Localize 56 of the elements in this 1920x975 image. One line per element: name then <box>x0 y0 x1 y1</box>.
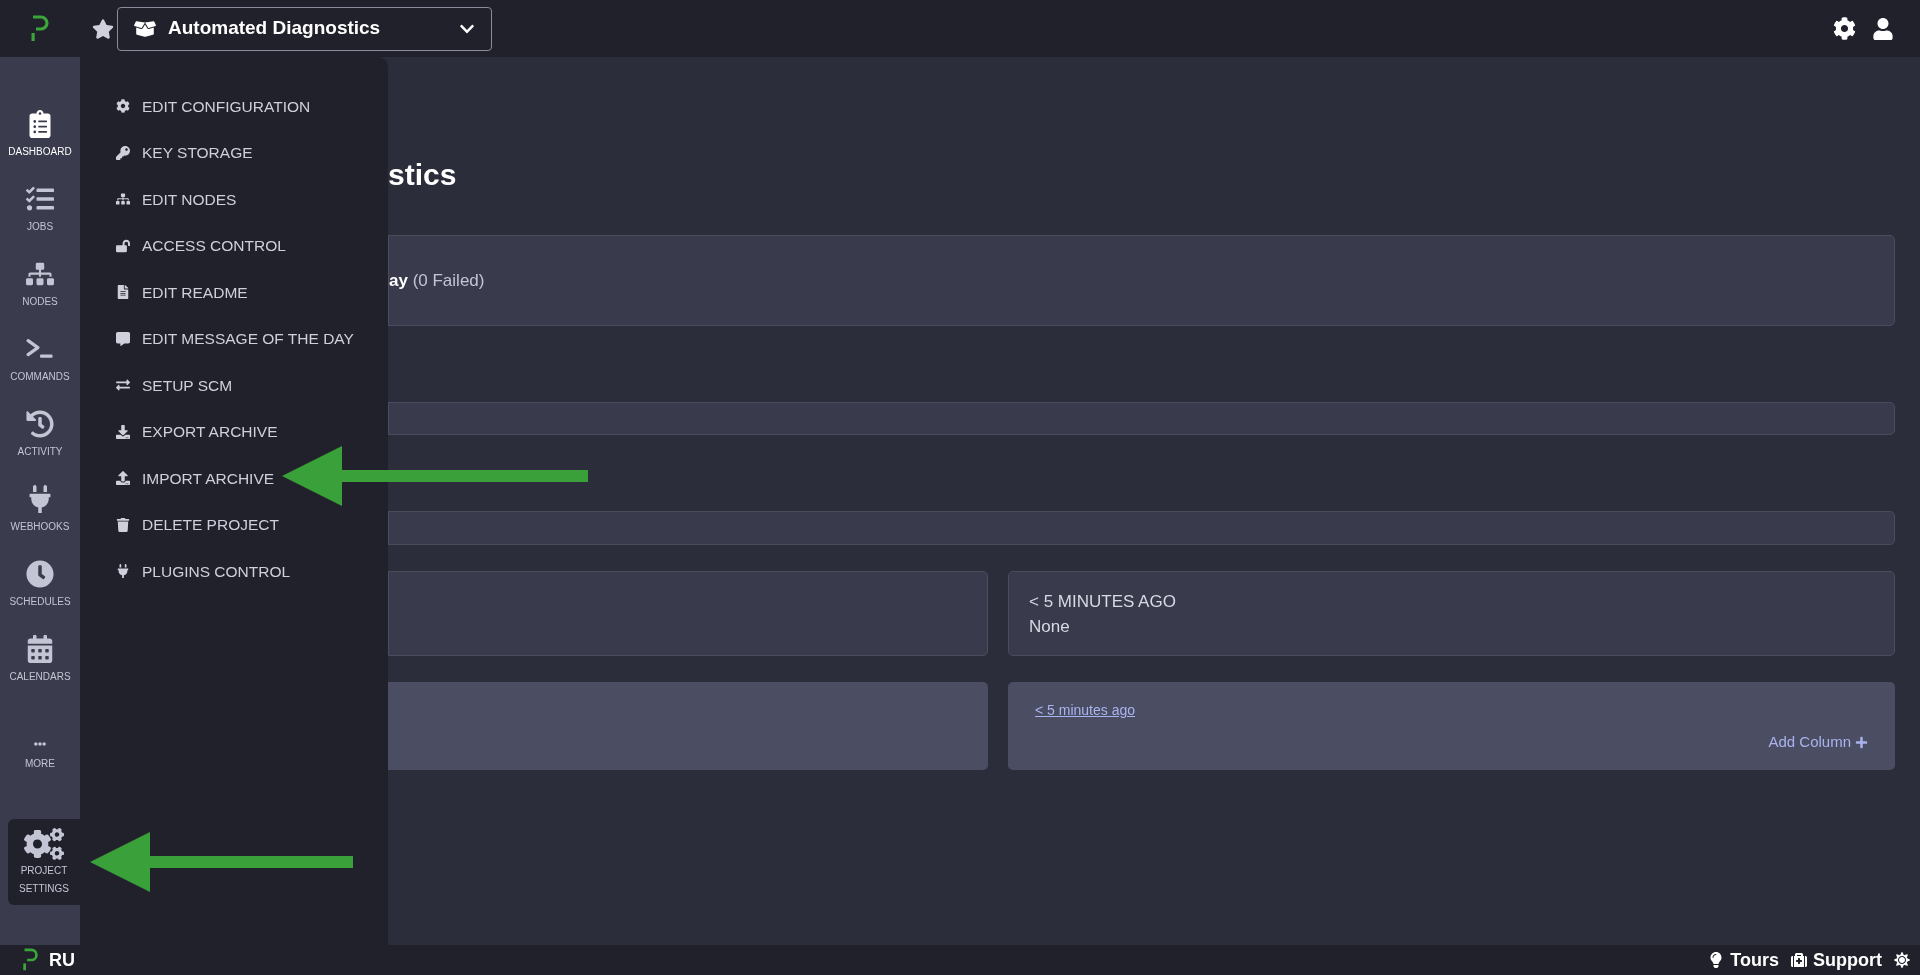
key-icon <box>116 145 130 160</box>
comment-icon <box>116 331 130 346</box>
nav-item[interactable]: NODES <box>0 247 80 322</box>
user-icon[interactable] <box>1872 17 1894 40</box>
unlock-icon <box>116 238 130 253</box>
upload-icon <box>116 471 130 486</box>
nav-item[interactable]: JOBS <box>0 172 80 247</box>
sitemap-icon <box>116 192 130 207</box>
menu-item[interactable]: PLUGINS CONTROL <box>80 548 388 595</box>
document-icon <box>116 285 130 300</box>
summary-text: ay (0 Failed) <box>389 269 485 292</box>
sitemap-icon <box>26 260 54 288</box>
nav-item[interactable]: WEBHOOKS <box>0 472 80 547</box>
project-selector[interactable]: Automated Diagnostics <box>117 6 492 51</box>
nav-item[interactable]: MORE <box>0 717 80 792</box>
nav-item[interactable]: COMMANDS <box>0 322 80 397</box>
status-value: None <box>1029 615 1071 638</box>
settings-icon <box>116 99 130 114</box>
nav-item[interactable]: CALENDARS <box>0 622 80 697</box>
star-icon[interactable] <box>92 17 114 40</box>
menu-item[interactable]: EDIT CONFIGURATION <box>80 83 388 130</box>
project-settings-nav-item[interactable]: PROJECT SETTINGS <box>8 819 80 905</box>
medkit-icon <box>1791 952 1807 968</box>
menu-item[interactable]: EDIT README <box>80 269 388 316</box>
menu-item[interactable]: ACCESS CONTROL <box>80 222 388 269</box>
nav-item[interactable]: DASHBOARD <box>0 97 80 172</box>
plug-icon <box>116 564 130 579</box>
settings-icon[interactable] <box>1833 17 1856 40</box>
nav-item[interactable]: SCHEDULES <box>0 547 80 622</box>
menu-item[interactable]: DELETE PROJECT <box>80 501 388 548</box>
download-icon <box>116 424 130 439</box>
page-title: stics <box>388 157 458 193</box>
menu-item[interactable]: EDIT NODES <box>80 176 388 223</box>
exchange-icon <box>116 378 130 393</box>
time-link[interactable]: < 5 minutes ago <box>1035 700 1135 721</box>
footer-link[interactable]: Support <box>1791 946 1882 974</box>
trash-icon <box>116 517 130 532</box>
status-heading: < 5 MINUTES AGO <box>1029 590 1177 613</box>
gears-icon <box>24 828 64 860</box>
menu-item[interactable]: IMPORT ARCHIVE <box>80 455 388 502</box>
history-icon <box>26 410 54 438</box>
theme-icon[interactable] <box>1894 952 1910 968</box>
clock-icon <box>26 560 54 588</box>
logo-icon <box>30 14 50 43</box>
checklist-icon <box>26 185 54 213</box>
calendar-icon <box>26 635 54 663</box>
menu-item[interactable]: SETUP SCM <box>80 362 388 409</box>
footer-link[interactable]: Tours <box>1708 946 1779 974</box>
logo-icon <box>22 948 39 972</box>
add-column-button[interactable]: Add Column <box>1768 731 1868 754</box>
plus-icon <box>1855 735 1868 749</box>
brand-name: RU <box>49 948 75 972</box>
nav-item[interactable]: ACTIVITY <box>0 397 80 472</box>
menu-item[interactable]: EXPORT ARCHIVE <box>80 408 388 455</box>
menu-item[interactable]: KEY STORAGE <box>80 129 388 176</box>
menu-item[interactable]: EDIT MESSAGE OF THE DAY <box>80 315 388 362</box>
